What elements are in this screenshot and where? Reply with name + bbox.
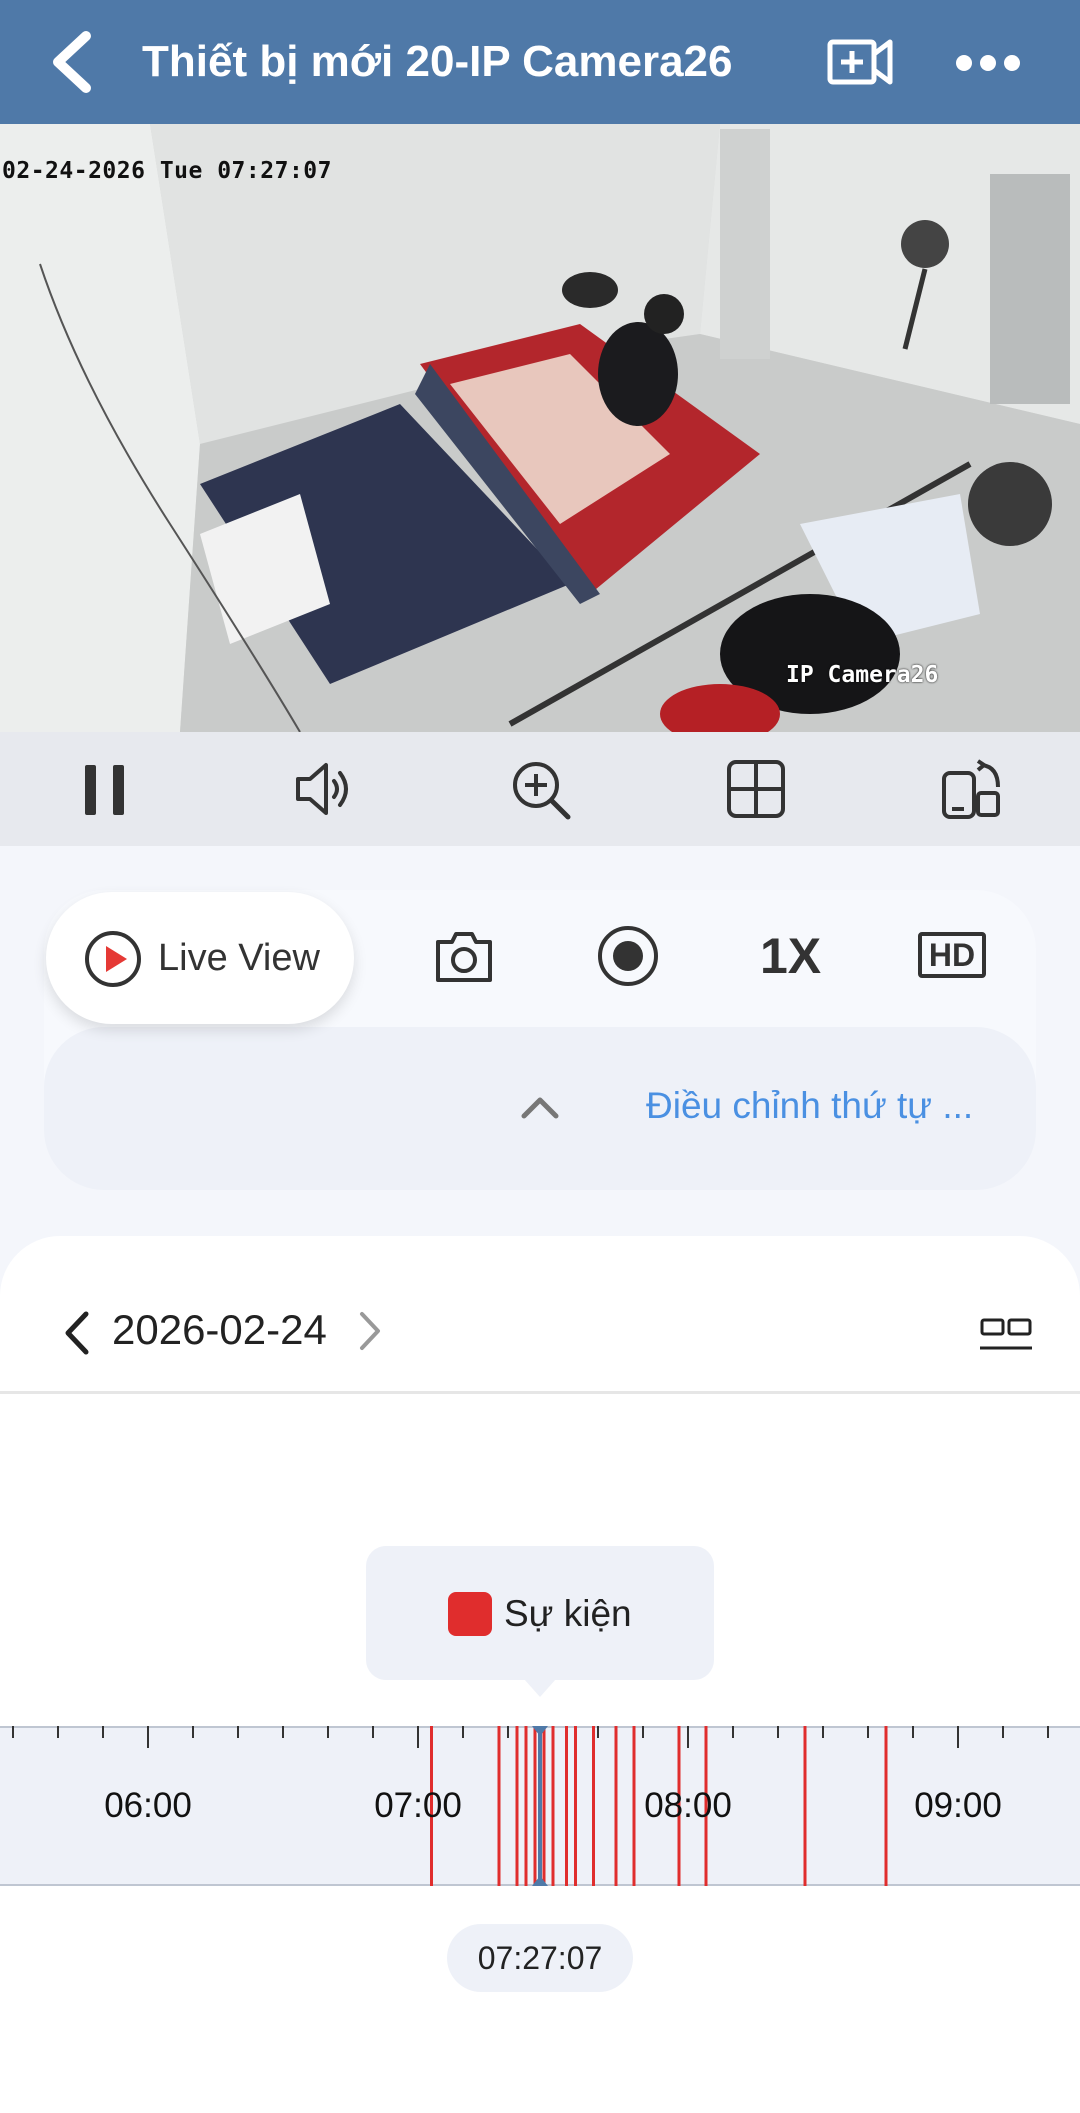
- record-icon[interactable]: [596, 924, 660, 988]
- pause-icon[interactable]: [75, 757, 139, 821]
- speaker-icon[interactable]: [292, 757, 356, 821]
- adjust-order-link[interactable]: Điều chỉnh thứ tự ...: [646, 1085, 973, 1127]
- player-control-bar: [0, 732, 1080, 846]
- legend-pointer: [524, 1679, 556, 1697]
- event-color-swatch: [448, 1592, 492, 1636]
- live-view-button[interactable]: Live View: [46, 892, 354, 1024]
- video-timestamp-overlay: 02-24-2026 Tue 07:27:07: [2, 158, 332, 184]
- zoom-in-icon[interactable]: [508, 757, 572, 821]
- hd-quality-button[interactable]: HD: [918, 932, 986, 978]
- zoom-level-button[interactable]: 1X: [760, 922, 821, 990]
- timeline-hour-label: 08:00: [644, 1786, 732, 1825]
- layout-toggle-icon[interactable]: [980, 1318, 1032, 1352]
- live-controls-card: Live View 1X HD: [44, 890, 1036, 1190]
- live-view-label: Live View: [158, 937, 320, 979]
- add-video-icon[interactable]: [826, 36, 894, 88]
- next-date-icon[interactable]: [356, 1310, 384, 1352]
- playback-date[interactable]: 2026-02-24: [112, 1306, 327, 1354]
- play-circle-icon: [85, 931, 141, 987]
- previous-date-icon[interactable]: [62, 1310, 94, 1356]
- cursor-time-badge: 07:27:07: [447, 1924, 633, 1992]
- back-chevron-icon[interactable]: [44, 30, 104, 94]
- timeline-hour-label: 09:00: [914, 1786, 1002, 1825]
- timeline-hour-label: 06:00: [104, 1786, 192, 1825]
- event-legend: Sự kiện: [366, 1546, 714, 1680]
- grid-icon[interactable]: [724, 757, 788, 821]
- rotate-screen-icon[interactable]: [940, 757, 1004, 821]
- camera-video-feed[interactable]: 02-24-2026 Tue 07:27:07 IP Camera26: [0, 124, 1080, 732]
- video-camera-name-overlay: IP Camera26: [786, 662, 939, 688]
- timeline-hour-label: 07:00: [374, 1786, 462, 1825]
- event-legend-label: Sự kiện: [504, 1593, 632, 1634]
- app-header: Thiết bị mới 20-IP Camera26: [0, 0, 1080, 124]
- more-dots-icon[interactable]: [955, 46, 1021, 80]
- page-title: Thiết bị mới 20-IP Camera26: [142, 37, 733, 86]
- chevron-up-icon[interactable]: [518, 1092, 562, 1122]
- camera-icon[interactable]: [434, 928, 494, 984]
- camera-scene-image: [0, 124, 1080, 732]
